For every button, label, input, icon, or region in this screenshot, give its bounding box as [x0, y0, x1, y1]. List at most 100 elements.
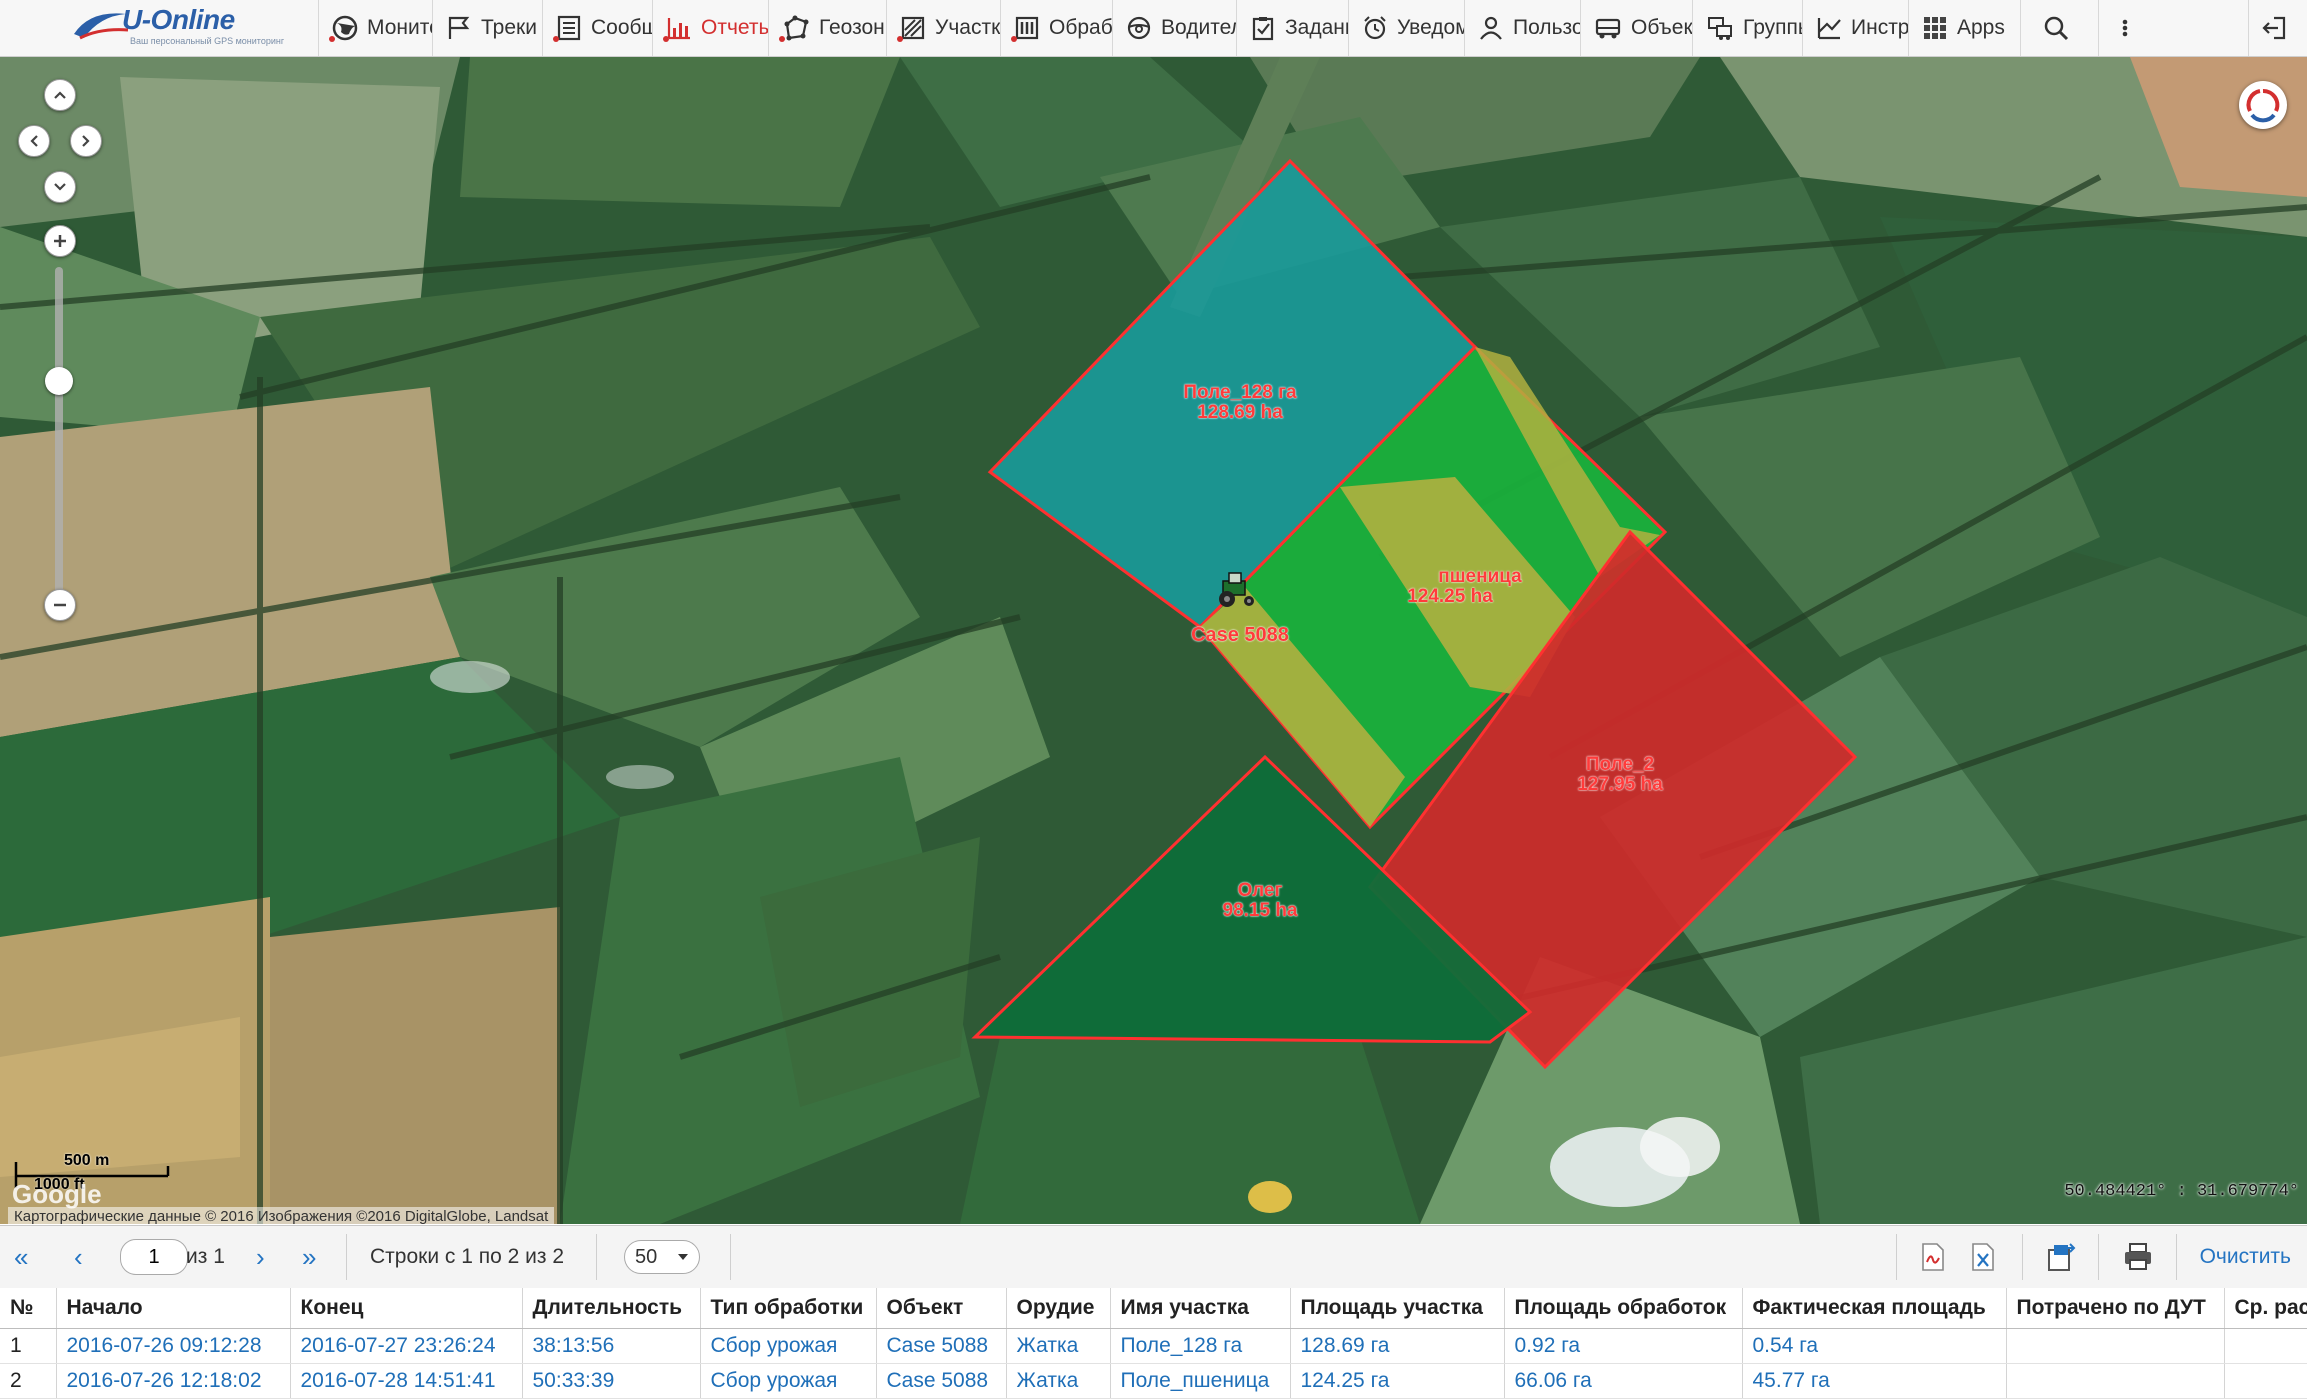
map-type-icon	[2246, 88, 2280, 123]
tab-groups[interactable]: Группы	[1692, 0, 1802, 56]
column-header[interactable]: Объект	[876, 1288, 1007, 1329]
zoom-out-button[interactable]	[44, 589, 76, 621]
zoom-in-button[interactable]	[44, 225, 76, 257]
tab-objects[interactable]: Объекты	[1580, 0, 1692, 56]
column-header[interactable]: Длительность	[522, 1288, 701, 1329]
caret-down-icon	[678, 1254, 688, 1260]
table-cell[interactable]: 2016-07-28 14:51:41	[290, 1363, 523, 1399]
column-header[interactable]: №	[0, 1288, 57, 1329]
column-header[interactable]: Потрачено по ДУТ	[2006, 1288, 2225, 1329]
table-cell[interactable]: 66.06 га	[1504, 1363, 1743, 1399]
column-header[interactable]: Ср. расход	[2224, 1288, 2307, 1329]
pan-down-button[interactable]	[44, 171, 76, 203]
more-vertical-icon	[2122, 19, 2128, 37]
tab-label: Обработки	[1049, 16, 1112, 39]
table-cell[interactable]: Поле_128 га	[1110, 1328, 1291, 1364]
tab-notifications[interactable]: Уведомления	[1348, 0, 1464, 56]
field-area: 127.95 ha	[1577, 774, 1663, 795]
first-page-button[interactable]: «	[14, 1226, 28, 1288]
pan-left-button[interactable]	[18, 125, 50, 157]
prev-page-button[interactable]: ‹	[74, 1226, 83, 1288]
table-cell[interactable]: 2016-07-26 12:18:02	[56, 1363, 291, 1399]
tab-tools[interactable]: Инструменты	[1802, 0, 1908, 56]
print-button[interactable]	[2122, 1226, 2154, 1288]
column-header[interactable]: Орудие	[1006, 1288, 1111, 1329]
table-cell[interactable]: 38:13:56	[522, 1328, 701, 1364]
export-excel-button[interactable]	[1970, 1226, 1996, 1288]
table-cell[interactable]: Жатка	[1006, 1363, 1111, 1399]
tab-label: Водители	[1161, 16, 1236, 39]
table-cell[interactable]: 2016-07-26 09:12:28	[56, 1328, 291, 1364]
apps-icon	[1924, 17, 1946, 39]
chevron-right-icon	[82, 135, 90, 147]
table-cell[interactable]	[2224, 1363, 2307, 1399]
tab-processing[interactable]: Обработки	[1000, 0, 1112, 56]
excel-file-icon	[1972, 1243, 1994, 1271]
table-cell[interactable]: 124.25 га	[1290, 1363, 1505, 1399]
table-cell: 2	[0, 1363, 57, 1399]
table-cell[interactable]: 128.69 га	[1290, 1328, 1505, 1364]
group-icon	[1708, 17, 1732, 40]
tab-drivers[interactable]: Водители	[1112, 0, 1236, 56]
tab-tasks[interactable]: Задания	[1236, 0, 1348, 56]
tab-label: Мониторинг	[367, 16, 432, 39]
more-menu-button[interactable]	[2098, 0, 2248, 56]
export-button[interactable]	[2046, 1226, 2078, 1288]
export-pdf-button[interactable]	[1920, 1226, 1946, 1288]
column-header[interactable]: Площадь обработок	[1504, 1288, 1743, 1329]
list-icon	[557, 15, 581, 41]
toolbar-divider	[2022, 1234, 2023, 1280]
table-row[interactable]: 2 2016-07-26 12:18:02 2016-07-28 14:51:4…	[0, 1363, 2307, 1399]
table-cell[interactable]: 2016-07-27 23:26:24	[290, 1328, 523, 1364]
alarm-icon	[1364, 16, 1386, 40]
vehicle-label[interactable]: Case 5088	[1140, 625, 1340, 645]
table-cell[interactable]: Case 5088	[876, 1363, 1007, 1399]
tab-users[interactable]: Пользователи	[1464, 0, 1580, 56]
column-header[interactable]: Конец	[290, 1288, 523, 1329]
table-cell[interactable]	[2224, 1328, 2307, 1364]
pan-up-button[interactable]	[44, 79, 76, 111]
table-cell[interactable]: 45.77 га	[1742, 1363, 2007, 1399]
table-cell[interactable]: Case 5088	[876, 1328, 1007, 1364]
tab-apps[interactable]: Apps	[1908, 0, 2020, 56]
tab-tracks[interactable]: Треки	[432, 0, 542, 56]
page-number-input[interactable]	[120, 1239, 188, 1275]
column-header[interactable]: Фактическая площадь	[1742, 1288, 2007, 1329]
search-button[interactable]	[2020, 0, 2098, 56]
map-view[interactable]: Поле_128 га 128.69 ha пшеница 124.25 ha …	[0, 57, 2307, 1224]
table-cell[interactable]	[2006, 1363, 2225, 1399]
tab-geozones[interactable]: Геозоны	[768, 0, 886, 56]
table-cell[interactable]: 0.92 га	[1504, 1328, 1743, 1364]
pan-right-button[interactable]	[70, 125, 102, 157]
table-row[interactable]: 1 2016-07-26 09:12:28 2016-07-27 23:26:2…	[0, 1328, 2307, 1364]
column-header[interactable]: Тип обработки	[700, 1288, 877, 1329]
cursor-coordinates: 50.484421° : 31.679774°	[2064, 1182, 2299, 1201]
tab-label: Apps	[1957, 16, 2005, 39]
table-cell[interactable]: Сбор урожая	[700, 1363, 877, 1399]
table-cell[interactable]: Жатка	[1006, 1328, 1111, 1364]
table-cell[interactable]	[2006, 1328, 2225, 1364]
clear-button[interactable]: Очистить	[2200, 1245, 2291, 1269]
column-header[interactable]: Площадь участка	[1290, 1288, 1505, 1329]
table-cell[interactable]: 50:33:39	[522, 1363, 701, 1399]
last-page-button[interactable]: »	[302, 1226, 316, 1288]
column-header[interactable]: Имя участка	[1110, 1288, 1291, 1329]
table-cell[interactable]: 0.54 га	[1742, 1328, 2007, 1364]
grid-pager: « ‹ из 1 › » Строки с 1 по 2 из 2 50	[0, 1225, 2307, 1289]
zoom-slider-track[interactable]	[55, 267, 63, 597]
page-size-select[interactable]: 50	[624, 1240, 700, 1274]
map-layers-button[interactable]	[2239, 81, 2287, 129]
zoom-slider-handle[interactable]	[45, 367, 73, 395]
tab-indicator-dot	[553, 36, 559, 42]
tab-plots[interactable]: Участки	[886, 0, 1000, 56]
tab-reports[interactable]: Отчеты	[652, 0, 768, 56]
tab-messages[interactable]: Сообщения	[542, 0, 652, 56]
app-logo[interactable]: U-Online Ваш персональный GPS мониторинг	[70, 4, 284, 46]
tab-monitoring[interactable]: Мониторинг	[318, 0, 432, 56]
next-page-button[interactable]: ›	[256, 1226, 265, 1288]
column-header[interactable]: Начало	[56, 1288, 291, 1329]
pager-divider	[730, 1234, 731, 1280]
table-cell[interactable]: Поле_пшеница	[1110, 1363, 1291, 1399]
table-cell[interactable]: Сбор урожая	[700, 1328, 877, 1364]
logout-button[interactable]	[2248, 0, 2307, 56]
